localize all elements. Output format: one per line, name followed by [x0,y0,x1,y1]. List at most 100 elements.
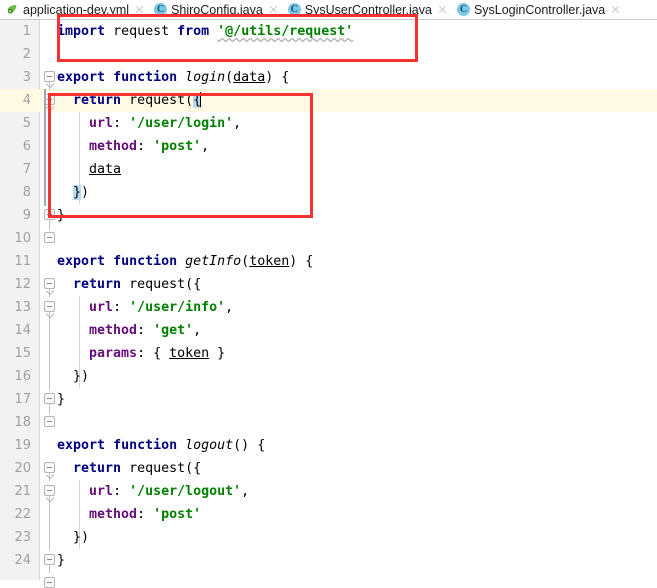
token-string-post: 'post' [153,507,202,522]
code-line-17[interactable]: } [57,388,65,411]
line-number: 3 [22,70,31,85]
token-block-close: } [57,392,66,407]
close-icon[interactable] [437,4,448,15]
line-number: 4 [22,93,31,108]
token-string-user-logout: '/user/logout' [129,484,242,499]
code-line-1[interactable]: import request from '@/utils/request' [57,20,353,43]
fold-toggle-line-20[interactable] [44,485,55,496]
line-number: 11 [14,254,31,269]
fold-connector [49,308,50,390]
fold-toggle-line-19[interactable] [44,462,55,473]
code-line-23[interactable]: }) [57,526,89,549]
token-property-url: url [89,300,114,315]
code-line-4[interactable]: return request({ [57,89,202,112]
line-number: 23 [14,530,31,545]
line-number: 22 [14,507,31,522]
line-number: 6 [22,139,31,154]
code-line-20[interactable]: return request({ [57,457,201,480]
token-string-user-info: '/user/info' [129,300,226,315]
token-string-post: 'post' [153,139,202,154]
java-class-icon: C [154,3,168,16]
token-keyword-function: function [113,438,178,453]
code-line-24[interactable]: } [57,549,65,572]
fold-toggle-line-12[interactable] [44,301,55,312]
tab-shiroconfig-java[interactable]: C ShiroConfig.java [148,0,282,19]
token-keyword-import: import [57,24,106,39]
code-line-8[interactable]: }) [57,181,89,204]
tab-sysusercontroller-java[interactable]: C SysUserController.java [282,0,451,19]
close-icon[interactable] [268,4,279,15]
token-shorthand-data: data [89,162,122,177]
line-number: 7 [22,162,31,177]
token-property-method: method [89,139,138,154]
yaml-file-icon [6,3,19,16]
code-line-15[interactable]: params: { token } [57,342,225,365]
token-keyword-export: export [57,254,106,269]
line-number: 18 [14,415,31,430]
text-caret [200,92,202,107]
fold-toggle-line-9[interactable] [44,232,55,243]
fold-toggle-line-17[interactable] [44,416,55,427]
token-keyword-return: return [73,277,122,292]
token-param-token: token [249,254,290,269]
token-brace-close-highlight: } [73,185,82,200]
code-line-19[interactable]: export function logout() { [57,434,265,457]
fold-toggle-line-8[interactable] [44,209,55,220]
token-keyword-from: from [177,24,210,39]
fold-toggle-line-23[interactable] [44,554,55,565]
token-function-getinfo: getInfo [185,254,242,269]
token-string-request-path: '@/utils/request' [217,24,354,39]
token-property-method: method [89,323,138,338]
scope-indicator-bar [44,89,46,206]
code-line-14[interactable]: method: 'get', [57,319,201,342]
fold-toggle-line-11[interactable] [44,278,55,289]
fold-toggle-line-3[interactable] [44,71,55,82]
code-line-11[interactable]: export function getInfo(token) { [57,250,313,273]
line-number: 16 [14,369,31,384]
code-line-21[interactable]: url: '/user/logout', [57,480,249,503]
token-keyword-function: function [113,254,178,269]
code-editor[interactable]: 1 2 3 4 5 6 7 8 9 10 11 12 13 14 15 16 1… [0,20,657,588]
token-identifier-request: request [129,461,186,476]
line-number: 9 [22,208,31,223]
line-number: 13 [14,300,31,315]
line-number: 21 [14,484,31,499]
line-number: 14 [14,323,31,338]
token-function-login: login [185,70,226,85]
line-number: 5 [22,116,31,131]
line-number: 24 [14,553,31,568]
line-number: 20 [14,461,31,476]
token-keyword-export: export [57,70,106,85]
code-line-22[interactable]: method: 'post' [57,503,201,526]
code-line-5[interactable]: url: '/user/login', [57,112,241,135]
editor-tab-bar: application-dev.yml C ShiroConfig.java C… [0,0,657,20]
code-line-13[interactable]: url: '/user/info', [57,296,233,319]
close-icon[interactable] [134,4,145,15]
token-identifier-request: request [113,24,170,39]
code-line-9[interactable]: } [57,204,65,227]
tab-application-dev-yml[interactable]: application-dev.yml [0,0,148,19]
code-line-7[interactable]: data [57,158,121,181]
token-string-user-login: '/user/login' [129,116,234,131]
token-function-logout: logout [185,438,234,453]
close-icon[interactable] [610,4,621,15]
token-property-params: params [89,346,138,361]
code-line-16[interactable]: }) [57,365,89,388]
tab-syslogincontroller-java[interactable]: C SysLoginController.java [451,0,624,19]
tab-label: SysUserController.java [304,2,432,17]
line-number: 12 [14,277,31,292]
code-line-12[interactable]: return request({ [57,273,201,296]
java-class-icon: C [456,3,470,16]
fold-toggle-line-24[interactable] [44,577,55,588]
token-property-url: url [89,116,114,131]
fold-toggle-line-16[interactable] [44,393,55,404]
token-property-url: url [89,484,114,499]
line-number: 17 [14,392,31,407]
token-string-get: 'get' [153,323,194,338]
tab-label: ShiroConfig.java [171,2,263,17]
token-keyword-return: return [73,461,122,476]
code-line-6[interactable]: method: 'post', [57,135,209,158]
token-block-close: } [57,553,66,568]
code-line-3[interactable]: export function login(data) { [57,66,289,89]
java-class-icon: C [287,3,301,16]
